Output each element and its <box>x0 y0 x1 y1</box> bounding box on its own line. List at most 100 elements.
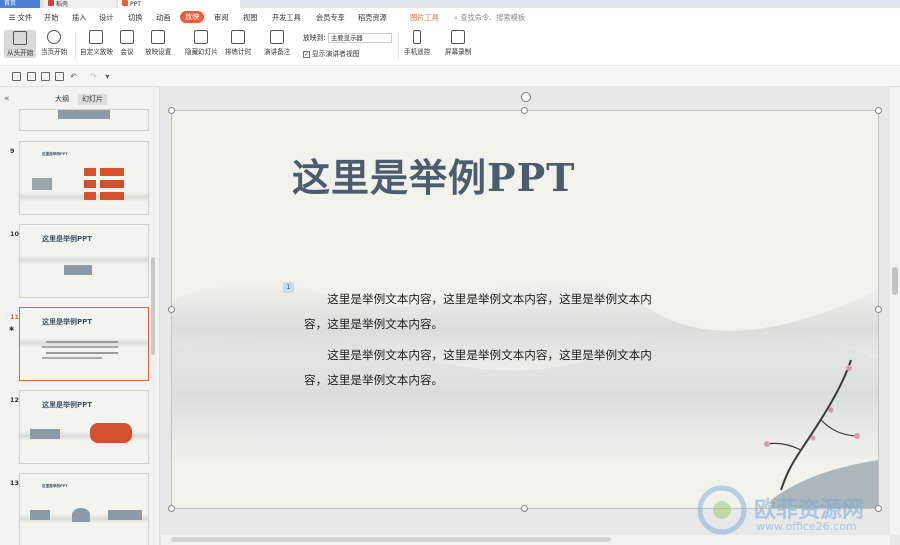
undo-icon[interactable]: ↶ <box>69 72 78 81</box>
slide-number: 10 <box>10 230 19 238</box>
search-icon: ⌕ <box>454 13 459 22</box>
animation-star-icon: ✱ <box>9 325 15 333</box>
phone-remote-button[interactable]: 手机遥控 <box>404 30 430 56</box>
display-select-value: 主要显示器 <box>330 34 363 42</box>
rehearse-button[interactable]: 排练计时 <box>225 30 251 56</box>
resize-handle[interactable] <box>168 306 175 313</box>
print-icon[interactable] <box>41 72 50 81</box>
tab-home[interactable]: 首页 <box>0 0 40 8</box>
slide[interactable]: 这里是举例PPT 1 这里是举例文本内容，这里是举例文本内容，这里是举例文本内容… <box>171 110 879 509</box>
thumb-mist <box>20 255 148 265</box>
slide-thumbnail-12[interactable]: 这里是举例PPT <box>19 390 149 464</box>
menu-design[interactable]: 设计 <box>99 13 113 23</box>
from-start-button[interactable]: 从头开始 <box>4 30 37 58</box>
resize-handle[interactable] <box>521 107 528 114</box>
slide-thumbnail-9[interactable]: 这里是举例PPT <box>19 141 149 215</box>
slide-thumbnail-8[interactable] <box>19 109 149 131</box>
thumb-title: 这里是举例PPT <box>42 235 93 243</box>
thumb-graphic <box>58 110 110 119</box>
slide-thumbnail-13[interactable]: 这里是举例PPT <box>19 473 149 545</box>
tab-document-1[interactable]: 稻壳 <box>44 0 116 8</box>
menu-review[interactable]: 审阅 <box>214 13 228 23</box>
hide-slide-label: 隐藏幻灯片 <box>185 48 218 56</box>
menu-transitions[interactable]: 切换 <box>128 13 142 23</box>
thumb-red-card <box>100 180 124 188</box>
tab-outline[interactable]: 大纲 <box>51 94 73 105</box>
collapse-panel-icon[interactable]: « <box>4 94 10 104</box>
tab-document-2[interactable]: PPT <box>118 0 240 8</box>
ribbon-divider <box>398 32 399 60</box>
window-tab-bar: 首页 稻壳 PPT <box>0 0 900 8</box>
body-paragraph-2[interactable]: 这里是举例文本内容，这里是举例文本内容，这里是举例文本内容，这里是举例文本内容。 <box>304 343 664 393</box>
slide-number: 13 <box>10 479 19 487</box>
custom-show-label: 自定义放映 <box>80 48 113 56</box>
resize-handle[interactable] <box>875 306 882 313</box>
resize-handle[interactable] <box>168 107 175 114</box>
tab-home-label: 首页 <box>4 0 17 7</box>
screen-record-button[interactable]: 屏幕录制 <box>445 30 471 56</box>
heart-icon <box>72 508 90 522</box>
file-menu[interactable]: ☰ 文件 <box>9 13 32 23</box>
thumb-title: 这里是举例PPT <box>42 318 93 326</box>
slide-thumbnail-10[interactable]: 这里是举例PPT <box>19 224 149 298</box>
vertical-scroll-thumb[interactable] <box>892 267 898 295</box>
speaker-notes-label: 演讲备注 <box>264 48 291 56</box>
print-preview-icon[interactable] <box>55 72 64 81</box>
menu-view[interactable]: 视图 <box>243 13 257 23</box>
resize-handle[interactable] <box>168 505 175 512</box>
thumb-title: 这里是举例PPT <box>42 152 68 156</box>
phone-remote-label: 手机遥控 <box>404 48 431 56</box>
screen-record-label: 屏幕录制 <box>445 48 472 56</box>
save-icon[interactable] <box>12 72 21 81</box>
speaker-notes-button[interactable]: 演讲备注 <box>264 30 290 56</box>
docer-logo-icon <box>48 0 54 6</box>
camera-icon <box>120 30 134 44</box>
menu-animations[interactable]: 动画 <box>156 13 170 23</box>
resize-handle[interactable] <box>875 107 882 114</box>
ribbon-slideshow: 从头开始 当页开始 自定义放映 会议 放映设置 隐藏幻灯片 排练计时 演讲备注 … <box>0 28 900 65</box>
notes-icon <box>270 30 285 44</box>
thumb-graphic <box>64 265 92 275</box>
thumb-text-line <box>46 352 118 354</box>
export-pdf-icon[interactable] <box>27 72 36 81</box>
presenter-view-row[interactable]: ✓ 显示演讲者视图 <box>303 48 360 58</box>
thumb-title: 这里是举例PPT <box>42 401 93 409</box>
thumb-graphic <box>108 510 142 520</box>
horizontal-scroll-thumb[interactable] <box>171 537 611 542</box>
ribbon-divider <box>75 32 76 60</box>
redo-icon[interactable]: ↷ <box>89 72 98 81</box>
custom-show-button[interactable]: 自定义放映 <box>80 30 113 56</box>
tab-slides[interactable]: 幻灯片 <box>78 94 107 105</box>
tab-document-2-label: PPT <box>130 1 141 8</box>
rotate-handle[interactable] <box>521 92 531 102</box>
menu-docer-resources[interactable]: 稻壳资源 <box>358 13 387 23</box>
thumb-text-line <box>42 346 118 348</box>
from-start-label: 从头开始 <box>7 49 34 57</box>
from-current-button[interactable]: 当页开始 <box>41 30 67 56</box>
menu-developer-tools[interactable]: 开发工具 <box>272 13 301 23</box>
search-command[interactable]: ⌕ 查找命令、搜索模板 <box>454 13 525 23</box>
show-settings-button[interactable]: 放映设置 <box>145 30 171 56</box>
vertical-scrollbar[interactable] <box>890 87 900 535</box>
slide-thumbnail-11[interactable]: 这里是举例PPT <box>19 307 149 381</box>
watermark-logo <box>697 485 747 535</box>
meeting-button[interactable]: 会议 <box>120 30 134 56</box>
resize-handle[interactable] <box>521 505 528 512</box>
menu-member[interactable]: 会员专享 <box>316 13 345 23</box>
hide-slide-button[interactable]: 隐藏幻灯片 <box>185 30 218 56</box>
customize-dropdown-icon[interactable]: ▾ <box>103 72 112 81</box>
display-select[interactable]: 主要显示器 <box>327 33 392 43</box>
menu-slideshow[interactable]: 放映 <box>180 11 205 23</box>
from-current-label: 当页开始 <box>41 48 68 56</box>
panel-scrollbar[interactable] <box>151 257 155 355</box>
tab-document-1-label: 稻壳 <box>56 1 69 8</box>
meeting-label: 会议 <box>120 48 134 56</box>
search-placeholder: 查找命令、搜索模板 <box>460 13 526 22</box>
menu-home[interactable]: 开始 <box>44 13 58 23</box>
menu-insert[interactable]: 插入 <box>72 13 86 23</box>
body-paragraph-1[interactable]: 这里是举例文本内容，这里是举例文本内容，这里是举例文本内容，这里是举例文本内容。 <box>304 287 664 337</box>
menu-picture-tools[interactable]: 图片工具 <box>410 13 439 23</box>
hide-slide-icon <box>194 30 209 44</box>
slide-title[interactable]: 这里是举例PPT <box>292 147 575 202</box>
presenter-view-checkbox[interactable]: ✓ <box>303 50 310 58</box>
